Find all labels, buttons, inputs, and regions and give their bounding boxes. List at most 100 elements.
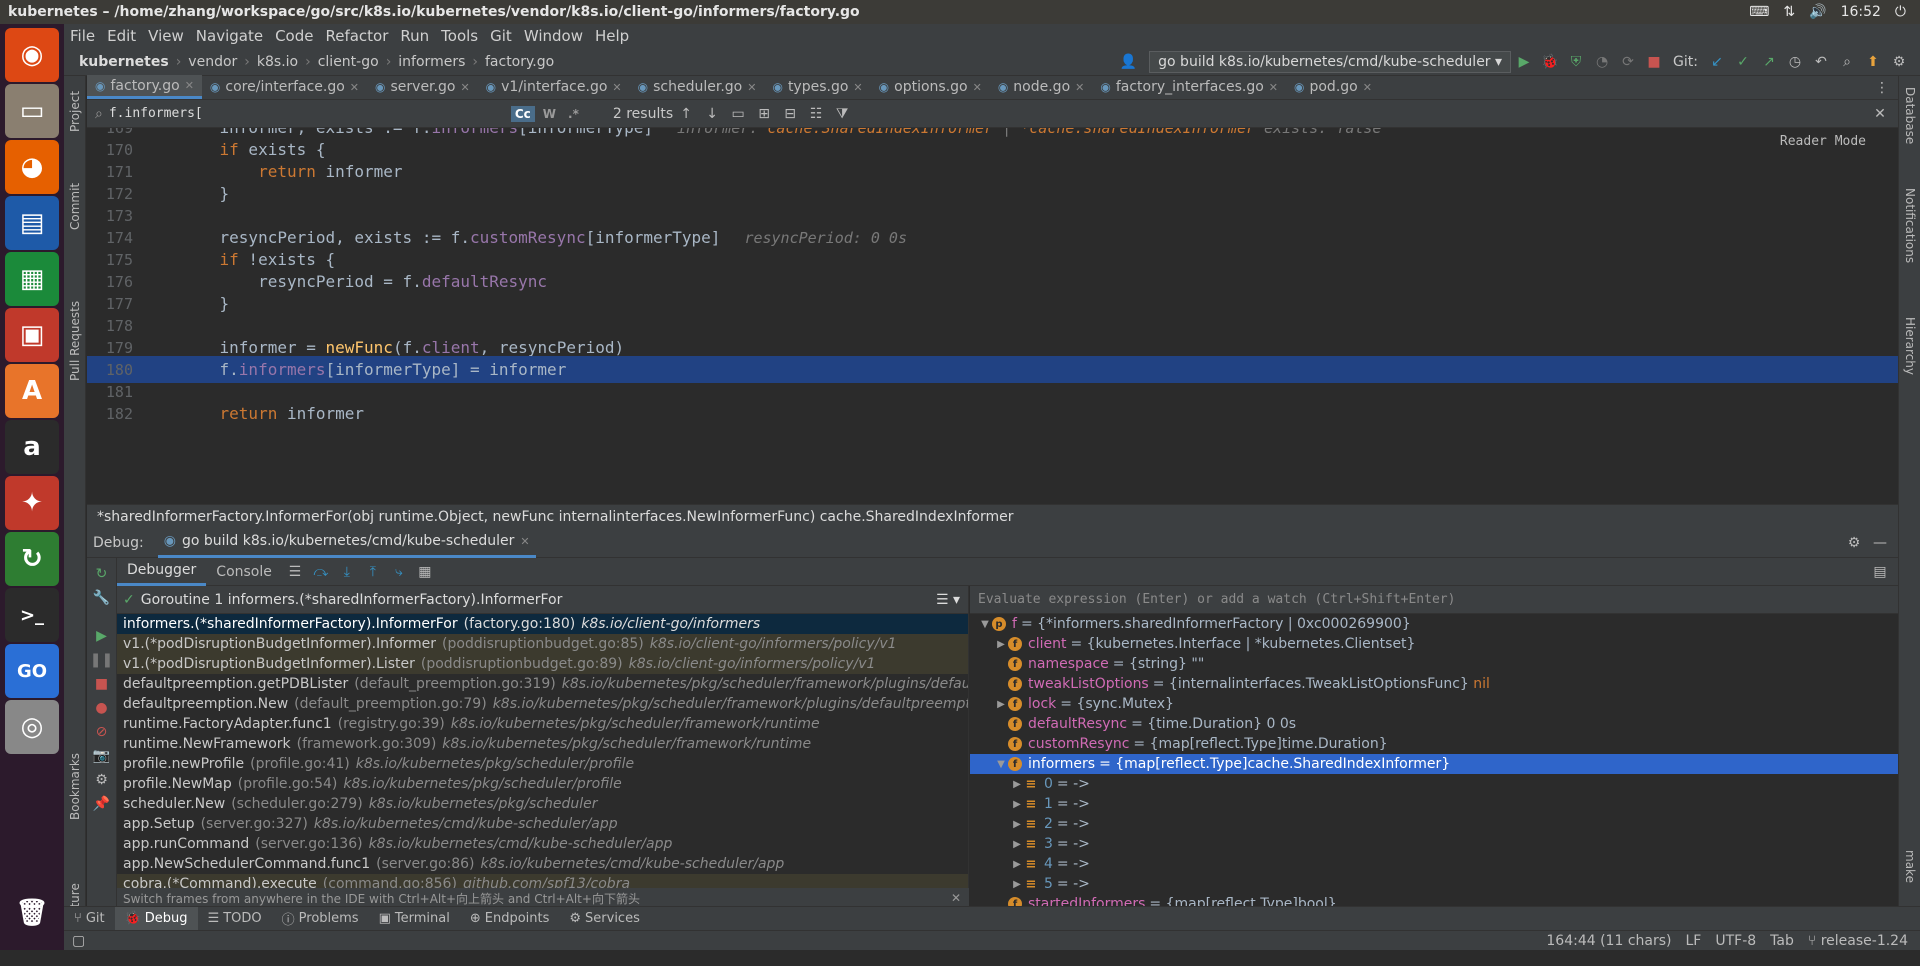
debug-icon[interactable]: 🐞 — [1540, 52, 1560, 72]
close-icon[interactable]: ✕ — [973, 81, 982, 94]
pin-icon[interactable]: 📌 — [93, 796, 110, 812]
tab-factory-interfaces-go[interactable]: ◉ factory_interfaces.go ✕ — [1092, 75, 1286, 99]
tool-window-make[interactable]: make — [1899, 826, 1920, 906]
pause-icon[interactable]: ❚❚ — [90, 652, 113, 668]
network-icon[interactable]: ⇅ — [1783, 4, 1795, 20]
step-out-icon[interactable]: ⤒ — [363, 562, 383, 582]
whole-word-toggle[interactable]: W — [539, 106, 560, 122]
camera-icon[interactable]: 📷 — [93, 748, 110, 764]
minimize-icon[interactable]: — — [1870, 533, 1890, 553]
regex-toggle[interactable]: .* — [564, 106, 583, 122]
tab-factory-go[interactable]: ◉ factory.go ✕ — [87, 75, 202, 99]
stack-frame[interactable]: defaultpreemption.getPDBLister (default_p… — [117, 674, 968, 694]
evaluate-icon[interactable]: ▦ — [415, 562, 435, 582]
tab-types-go[interactable]: ◉ types.go ✕ — [764, 75, 870, 99]
chevron-right-icon[interactable]: ▶ — [994, 699, 1008, 710]
variable-row[interactable]: f tweakListOptions = {internalinterfaces.T… — [970, 674, 1898, 694]
chevron-right-icon[interactable]: ▶ — [1010, 779, 1024, 790]
close-icon[interactable]: ✕ — [1075, 81, 1084, 94]
menu-item-code[interactable]: Code — [269, 27, 319, 45]
dock-amazon-icon[interactable]: a — [5, 420, 59, 474]
filter-icon[interactable]: ☰ ▾ — [936, 592, 960, 608]
tool-window-notifications[interactable]: Notifications — [1899, 166, 1920, 286]
user-icon[interactable]: 👤 — [1118, 52, 1138, 72]
bottom-tab-services[interactable]: ⚙ Services — [559, 907, 649, 931]
chevron-right-icon[interactable]: ▶ — [1010, 799, 1024, 810]
step-into-icon[interactable]: ⤓ — [337, 562, 357, 582]
arrow-up-icon[interactable]: ↑ — [676, 104, 696, 124]
breadcrumb-item[interactable]: client-go — [315, 54, 382, 70]
dock-writer-icon[interactable]: ▤ — [5, 196, 59, 250]
stack-frame[interactable]: informers.(*sharedInformerFactory).Infor… — [117, 614, 968, 634]
git-commit-icon[interactable]: ✓ — [1733, 52, 1753, 72]
layout-icon[interactable]: ▢ — [64, 933, 85, 949]
coverage-icon[interactable]: ⛨ — [1566, 52, 1586, 72]
close-icon[interactable]: ✕ — [185, 79, 194, 92]
tool-window-hierarchy[interactable]: Hierarchy — [1899, 296, 1920, 396]
variable-row[interactable]: ▶ ≡ 5 = -> — [970, 874, 1898, 894]
tab-node-go[interactable]: ◉ node.go ✕ — [990, 75, 1093, 99]
breadcrumb-item[interactable]: vendor — [185, 54, 240, 70]
debug-session-tab[interactable]: ◉ go build k8s.io/kubernetes/cmd/kube-sc… — [157, 528, 536, 558]
gear-icon[interactable]: ⚙ — [1844, 533, 1864, 553]
select-all-occurrences-icon[interactable]: ☷ — [806, 104, 826, 124]
menu-item-help[interactable]: Help — [589, 27, 635, 45]
git-update-icon[interactable]: ↙ — [1707, 52, 1727, 72]
variable-row[interactable]: ▼ f informers = {map[reflect.Type]cache.Sha… — [970, 754, 1898, 774]
power-icon[interactable]: ⏻ — [1895, 4, 1906, 20]
layout-icon[interactable]: ▤ — [1870, 562, 1890, 582]
breadcrumb-item[interactable]: k8s.io — [254, 54, 301, 70]
chevron-right-icon[interactable]: ▶ — [1010, 879, 1024, 890]
menu-item-refactor[interactable]: Refactor — [319, 27, 394, 45]
variable-row[interactable]: ▶ f lock = {sync.Mutex} — [970, 694, 1898, 714]
variable-row[interactable]: f defaultResync = {time.Duration} 0 0s — [970, 714, 1898, 734]
trash-icon[interactable]: 🗑 — [5, 886, 59, 940]
tab-console[interactable]: Console — [206, 558, 282, 586]
dock-software-icon[interactable]: A — [5, 364, 59, 418]
tool-window-bookmarks[interactable]: Bookmarks — [64, 736, 86, 836]
dock-ubuntu-icon[interactable]: ◉ — [5, 28, 59, 82]
step-over-icon[interactable]: ⤼ — [311, 562, 331, 582]
run-icon[interactable]: ▶ — [1514, 52, 1534, 72]
close-icon[interactable]: ✕ — [747, 81, 756, 94]
dock-calc-icon[interactable]: ▦ — [5, 252, 59, 306]
close-icon[interactable]: ✕ — [951, 891, 961, 905]
settings-icon[interactable]: ⚙ — [1889, 52, 1909, 72]
stack-frame[interactable]: runtime.FactoryAdapter.func1 (registry.go… — [117, 714, 968, 734]
evaluate-expression-input[interactable]: Evaluate expression (Enter) or add a wat… — [970, 586, 1898, 614]
stop-icon[interactable]: ■ — [1644, 52, 1664, 72]
bottom-tab-debug[interactable]: 🐞 Debug — [114, 906, 198, 931]
variable-row[interactable]: ▶ ≡ 3 = -> — [970, 834, 1898, 854]
breadcrumb-item[interactable]: factory.go — [482, 54, 557, 70]
variable-row[interactable]: ▶ ≡ 0 = -> — [970, 774, 1898, 794]
chevron-right-icon[interactable]: ▶ — [1010, 839, 1024, 850]
git-push-icon[interactable]: ↗ — [1759, 52, 1779, 72]
bottom-tab-terminal[interactable]: ▣ Terminal — [369, 907, 460, 931]
menu-item-view[interactable]: View — [142, 27, 190, 45]
close-icon[interactable]: ✕ — [350, 81, 359, 94]
run-configuration-select[interactable]: go build k8s.io/kubernetes/cmd/kube-sche… — [1149, 50, 1512, 73]
history-icon[interactable]: ◷ — [1785, 52, 1805, 72]
close-icon[interactable]: ✕ — [1363, 81, 1372, 94]
settings-icon[interactable]: ⚙ — [95, 772, 108, 788]
menu-item-navigate[interactable]: Navigate — [190, 27, 269, 45]
menu-item-edit[interactable]: Edit — [101, 27, 142, 45]
dock-firefox-icon[interactable]: ◕ — [5, 140, 59, 194]
git-branch[interactable]: ⑂ release-1.24 — [1808, 933, 1908, 949]
rerun-icon[interactable]: ↻ — [96, 566, 108, 582]
menu-item-tools[interactable]: Tools — [435, 27, 484, 45]
goroutine-selector[interactable]: ✓ Goroutine 1 informers.(*sharedInformer… — [117, 586, 968, 614]
variable-row[interactable]: f customResync = {map[reflect.Type]time.Du… — [970, 734, 1898, 754]
stack-frame[interactable]: runtime.NewFramework (framework.go:309) k8… — [117, 734, 968, 754]
breadcrumb-item[interactable]: informers — [395, 54, 468, 70]
rollback-icon[interactable]: ↶ — [1811, 52, 1831, 72]
close-icon[interactable]: ✕ — [853, 81, 862, 94]
chevron-down-icon[interactable]: ▼ — [978, 619, 992, 630]
tab-debugger[interactable]: Debugger — [117, 558, 207, 586]
match-case-toggle[interactable]: Cc — [510, 105, 535, 122]
resume-icon[interactable]: ▶ — [96, 628, 107, 644]
bottom-tab-git[interactable]: ⑂ Git — [64, 907, 115, 931]
profile-icon[interactable]: ◔ — [1592, 52, 1612, 72]
menu-item-window[interactable]: Window — [518, 27, 589, 45]
bottom-tab-endpoints[interactable]: ⊕ Endpoints — [460, 907, 560, 931]
